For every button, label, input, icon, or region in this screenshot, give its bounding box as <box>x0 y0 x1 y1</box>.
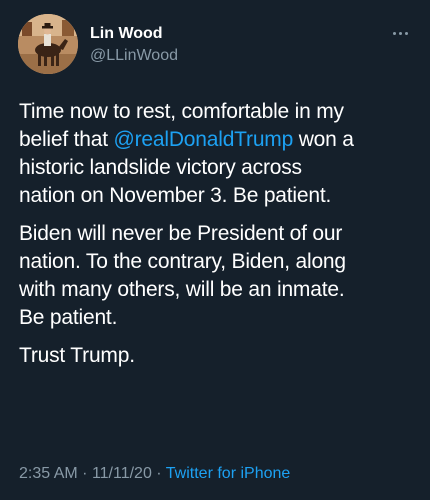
tweet-line: nation on November 3. Be patient. <box>19 184 332 207</box>
mention-link[interactable]: @realDonaldTrump <box>114 128 294 151</box>
horse-rider-icon <box>18 14 78 74</box>
tweet-date[interactable]: 11/11/20 <box>92 465 152 482</box>
tweet-line: historic landslide victory across <box>19 156 302 179</box>
author-avatar[interactable] <box>18 14 78 74</box>
tweet-line: Biden will never be President of our <box>19 222 343 245</box>
tweet-line: nation. To the contrary, Biden, along <box>19 250 346 273</box>
tweet-line: with many others, will be an inmate. <box>19 278 345 301</box>
tweet-card: Lin Wood @LLinWood Time now to rest, com… <box>0 0 430 500</box>
tweet-line: Be patient. <box>19 306 118 329</box>
tweet-source-link[interactable]: Twitter for iPhone <box>166 465 291 482</box>
tweet-paragraph-1: Time now to rest, comfortable in my beli… <box>19 98 419 210</box>
tweet-text: Time now to rest, comfortable in my beli… <box>19 98 419 380</box>
tweet-time[interactable]: 2:35 AM <box>19 465 78 482</box>
tweet-line: belief that @realDonaldTrump won a <box>19 126 419 154</box>
author-display-name[interactable]: Lin Wood <box>90 24 163 44</box>
tweet-paragraph-3: Trust Trump. <box>19 342 419 370</box>
author-handle[interactable]: @LLinWood <box>90 46 178 66</box>
more-options-icon[interactable] <box>385 25 415 41</box>
tweet-text-segment: belief that <box>19 128 114 151</box>
tweet-line: Time now to rest, comfortable in my <box>19 100 344 123</box>
meta-separator: · <box>82 465 88 482</box>
tweet-metadata: 2:35 AM · 11/11/20 · Twitter for iPhone <box>19 464 290 484</box>
tweet-line: Trust Trump. <box>19 344 135 367</box>
tweet-paragraph-2: Biden will never be President of our nat… <box>19 220 419 332</box>
meta-separator: · <box>156 465 162 482</box>
tweet-text-segment: won a <box>293 128 354 151</box>
